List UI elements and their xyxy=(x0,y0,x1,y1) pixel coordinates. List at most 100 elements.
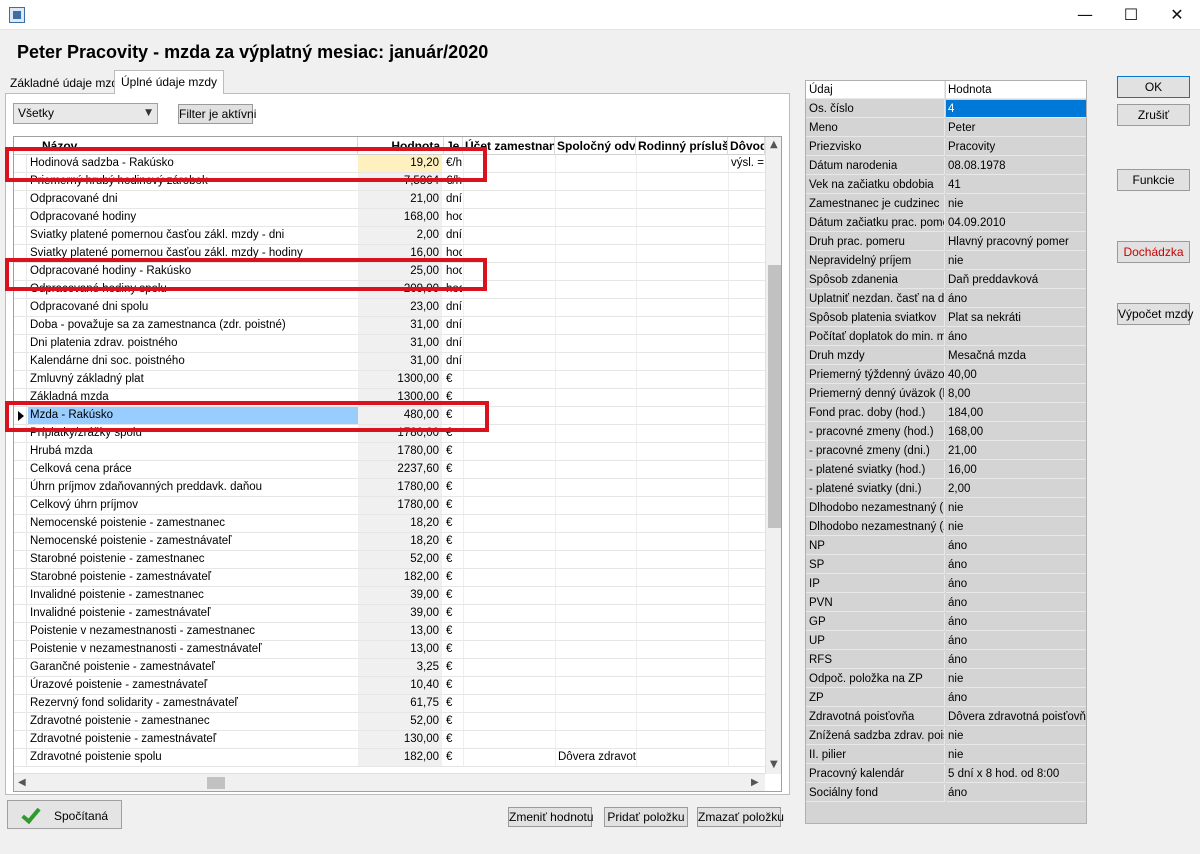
property-row[interactable]: Znížená sadzba zdrav. poistnéhonie xyxy=(806,727,1086,746)
property-row[interactable]: II. pilier nie xyxy=(806,746,1086,765)
cell-employee-account[interactable] xyxy=(463,425,555,442)
table-row[interactable]: Celkový úhrn príjmov 1780,00 € xyxy=(14,497,765,515)
cell-common-levy[interactable] xyxy=(555,713,636,730)
change-value-button[interactable]: Zmeniť hodnotu xyxy=(508,807,594,827)
row-indicator[interactable] xyxy=(14,713,27,730)
property-value[interactable]: Dôvera zdravotná poisťovňa xyxy=(946,708,1086,726)
cell-employee-account[interactable] xyxy=(463,677,555,694)
cell-family-member[interactable] xyxy=(636,659,728,676)
property-row[interactable]: Os. číslo 4 xyxy=(806,100,1086,119)
col-header-value[interactable]: Hodnota xyxy=(358,137,444,155)
cell-reason[interactable] xyxy=(728,587,765,604)
cell-family-member[interactable] xyxy=(636,677,728,694)
property-row[interactable]: GP áno xyxy=(806,613,1086,632)
cell-value[interactable]: 23,00 xyxy=(358,299,442,316)
table-row[interactable]: Nemocenské poistenie - zamestnanec 18,20 € xyxy=(14,515,765,533)
table-row[interactable]: Priemerný hrubý hodinový zárobok 7,5864 €/… xyxy=(14,173,765,191)
property-value[interactable]: 8,00 xyxy=(946,385,1086,403)
property-row[interactable]: Priemerný týždenný úväzok (hod.)40,00 xyxy=(806,366,1086,385)
cell-common-levy[interactable]: Dôvera zdravotn xyxy=(555,749,636,766)
cell-common-levy[interactable] xyxy=(555,695,636,712)
cell-unit[interactable]: dní xyxy=(444,353,462,370)
cell-unit[interactable]: hod xyxy=(444,209,462,226)
row-indicator[interactable] xyxy=(14,659,27,676)
cell-reason[interactable]: výsl. = xyxy=(728,155,765,172)
cell-value[interactable]: 39,00 xyxy=(358,605,442,622)
cell-unit[interactable]: dní xyxy=(444,299,462,316)
row-indicator[interactable] xyxy=(14,641,27,658)
cell-name[interactable]: Hodinová sadzba - Rakúsko xyxy=(28,155,358,172)
cell-reason[interactable] xyxy=(728,623,765,640)
cell-name[interactable]: Nemocenské poistenie - zamestnanec xyxy=(28,515,358,532)
cell-family-member[interactable] xyxy=(636,713,728,730)
cell-name[interactable]: Poistenie v nezamestnanosti - zamestnane… xyxy=(28,623,358,640)
cell-common-levy[interactable] xyxy=(555,353,636,370)
row-indicator[interactable] xyxy=(14,263,27,280)
cell-value[interactable]: 1780,00 xyxy=(358,425,442,442)
cell-name[interactable]: Poistenie v nezamestnanosti - zamestnáva… xyxy=(28,641,358,658)
cell-employee-account[interactable] xyxy=(463,299,555,316)
cell-name[interactable]: Starobné poistenie - zamestnanec xyxy=(28,551,358,568)
cell-name[interactable]: Odpracované dni xyxy=(28,191,358,208)
property-value[interactable]: áno xyxy=(946,784,1086,802)
cell-unit[interactable]: € xyxy=(444,497,462,514)
property-value[interactable]: Peter xyxy=(946,119,1086,137)
property-value[interactable]: nie xyxy=(946,670,1086,688)
property-row[interactable]: Vek na začiatku obdobia 41 xyxy=(806,176,1086,195)
cell-family-member[interactable] xyxy=(636,569,728,586)
property-row[interactable]: Priemerný denný úväzok (hod.)8,00 xyxy=(806,385,1086,404)
property-value[interactable]: áno xyxy=(946,328,1086,346)
cell-common-levy[interactable] xyxy=(555,335,636,352)
col-header-unit[interactable]: Je xyxy=(444,137,463,155)
table-row[interactable]: Odpracované hodiny - Rakúsko25,00hod xyxy=(14,263,765,281)
cell-name[interactable]: Úrazové poistenie - zamestnávateľ xyxy=(28,677,358,694)
property-value[interactable]: 5 dní x 8 hod. od 8:00 xyxy=(946,765,1086,783)
cell-common-levy[interactable] xyxy=(555,533,636,550)
cell-value[interactable]: 13,00 xyxy=(358,623,442,640)
cell-unit[interactable]: € xyxy=(444,533,462,550)
cell-family-member[interactable] xyxy=(636,425,728,442)
add-item-button[interactable]: Pridať položku xyxy=(604,807,688,827)
table-row[interactable]: Celková cena práce 2237,60 € xyxy=(14,461,765,479)
cell-reason[interactable] xyxy=(728,605,765,622)
vertical-scrollbar[interactable]: ▲ ▼ xyxy=(765,137,781,774)
cell-reason[interactable] xyxy=(728,191,765,208)
property-row[interactable]: - pracovné zmeny (dni.) 21,00 xyxy=(806,442,1086,461)
property-value[interactable]: nie xyxy=(946,518,1086,536)
cell-common-levy[interactable] xyxy=(555,245,636,262)
cell-reason[interactable] xyxy=(728,443,765,460)
property-row[interactable]: Nepravidelný príjem nie xyxy=(806,252,1086,271)
cell-unit[interactable]: € xyxy=(444,713,462,730)
cell-reason[interactable] xyxy=(728,281,765,298)
cell-family-member[interactable] xyxy=(636,641,728,658)
cell-reason[interactable] xyxy=(728,713,765,730)
cell-name[interactable]: Odpracované hodiny spolu xyxy=(28,281,358,298)
cell-common-levy[interactable] xyxy=(555,371,636,388)
cell-employee-account[interactable] xyxy=(463,533,555,550)
cell-family-member[interactable] xyxy=(636,443,728,460)
cell-value[interactable]: 31,00 xyxy=(358,317,442,334)
cell-family-member[interactable] xyxy=(636,479,728,496)
property-row[interactable]: ZP áno xyxy=(806,689,1086,708)
property-row[interactable]: - pracovné zmeny (hod.) 168,00 xyxy=(806,423,1086,442)
cell-value[interactable]: 7,5864 xyxy=(358,173,442,190)
cell-value[interactable]: 25,00 xyxy=(358,263,442,280)
property-value[interactable]: áno xyxy=(946,575,1086,593)
property-row[interactable]: Druh prac. pomeru Hlavný pracovný pomer xyxy=(806,233,1086,252)
cell-unit[interactable]: dní xyxy=(444,191,462,208)
property-value[interactable]: 2,00 xyxy=(946,480,1086,498)
cell-value[interactable]: 209,00 xyxy=(358,281,442,298)
col-header-family-member[interactable]: Rodinný prísluš xyxy=(636,137,728,155)
cell-unit[interactable]: € xyxy=(444,515,462,532)
cell-name[interactable]: Rezervný fond solidarity - zamestnávateľ xyxy=(28,695,358,712)
property-value[interactable]: nie xyxy=(946,195,1086,213)
cell-family-member[interactable] xyxy=(636,335,728,352)
cell-common-levy[interactable] xyxy=(555,317,636,334)
cell-family-member[interactable] xyxy=(636,497,728,514)
cell-employee-account[interactable] xyxy=(463,731,555,748)
cell-unit[interactable]: € xyxy=(444,677,462,694)
cell-reason[interactable] xyxy=(728,677,765,694)
cell-name[interactable]: Invalidné poistenie - zamestnávateľ xyxy=(28,605,358,622)
cell-family-member[interactable] xyxy=(636,407,728,424)
property-row[interactable]: Zdravotná poisťovňa Dôvera zdravotná pois… xyxy=(806,708,1086,727)
